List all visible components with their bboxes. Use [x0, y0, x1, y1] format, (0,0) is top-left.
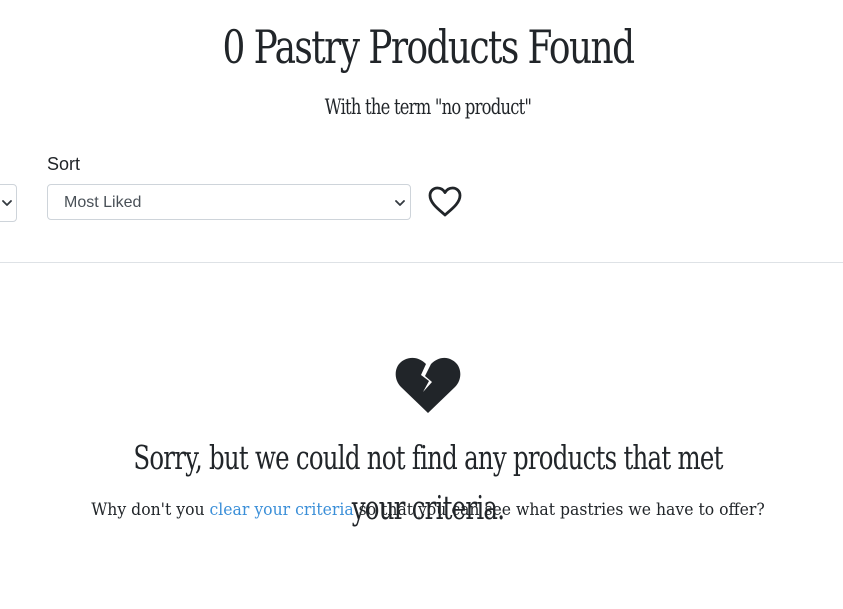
- sort-label: Sort: [47, 154, 81, 174]
- sort-selected-value: Most Liked: [64, 194, 142, 211]
- sort-select[interactable]: Most Liked: [47, 184, 411, 220]
- empty-state-message: Why don't you clear your criteria so tha…: [34, 497, 822, 523]
- divider: [0, 262, 843, 263]
- heart-outline-icon: [428, 186, 462, 217]
- chevron-down-icon: [395, 200, 405, 206]
- chevron-down-icon: [2, 200, 12, 206]
- page-title: 0 Pastry Products Found: [222, 20, 636, 74]
- broken-heart-icon: [395, 357, 461, 413]
- favorite-filter-button[interactable]: [427, 185, 463, 219]
- clear-criteria-link[interactable]: clear your criteria: [210, 500, 354, 520]
- page-subtitle: With the term "no product": [324, 95, 532, 119]
- category-select[interactable]: [0, 184, 17, 222]
- message-before: Why don't you: [91, 500, 210, 520]
- message-after: so that you can see what pastries we hav…: [353, 500, 765, 520]
